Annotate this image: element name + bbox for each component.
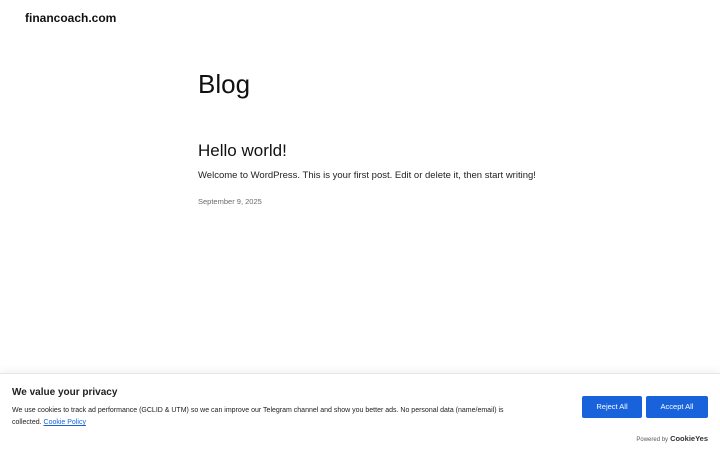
page: financoach.com Blog Hello world! Welcome… (0, 0, 720, 450)
cookie-banner-description: We use cookies to track ad performance (… (12, 405, 512, 429)
reject-all-button[interactable]: Reject All (582, 396, 642, 418)
site-title-link[interactable]: financoach.com (25, 10, 116, 26)
powered-by-text: Powered by (636, 437, 669, 443)
cookie-policy-link[interactable]: Cookie Policy (44, 419, 86, 426)
powered-by-label: Powered by CookieYes (636, 434, 708, 445)
post-title-link[interactable]: Hello world! (198, 141, 287, 161)
page-title: Blog (198, 69, 251, 99)
accept-all-button[interactable]: Accept All (646, 396, 708, 418)
post-excerpt: Welcome to WordPress. This is your first… (198, 170, 536, 181)
post-date: September 9, 2025 (198, 197, 262, 206)
cookie-consent-banner: We value your privacy We use cookies to … (0, 373, 720, 450)
cookie-banner-title: We value your privacy (12, 387, 118, 398)
cookieyes-logo: CookieYes (670, 434, 708, 443)
